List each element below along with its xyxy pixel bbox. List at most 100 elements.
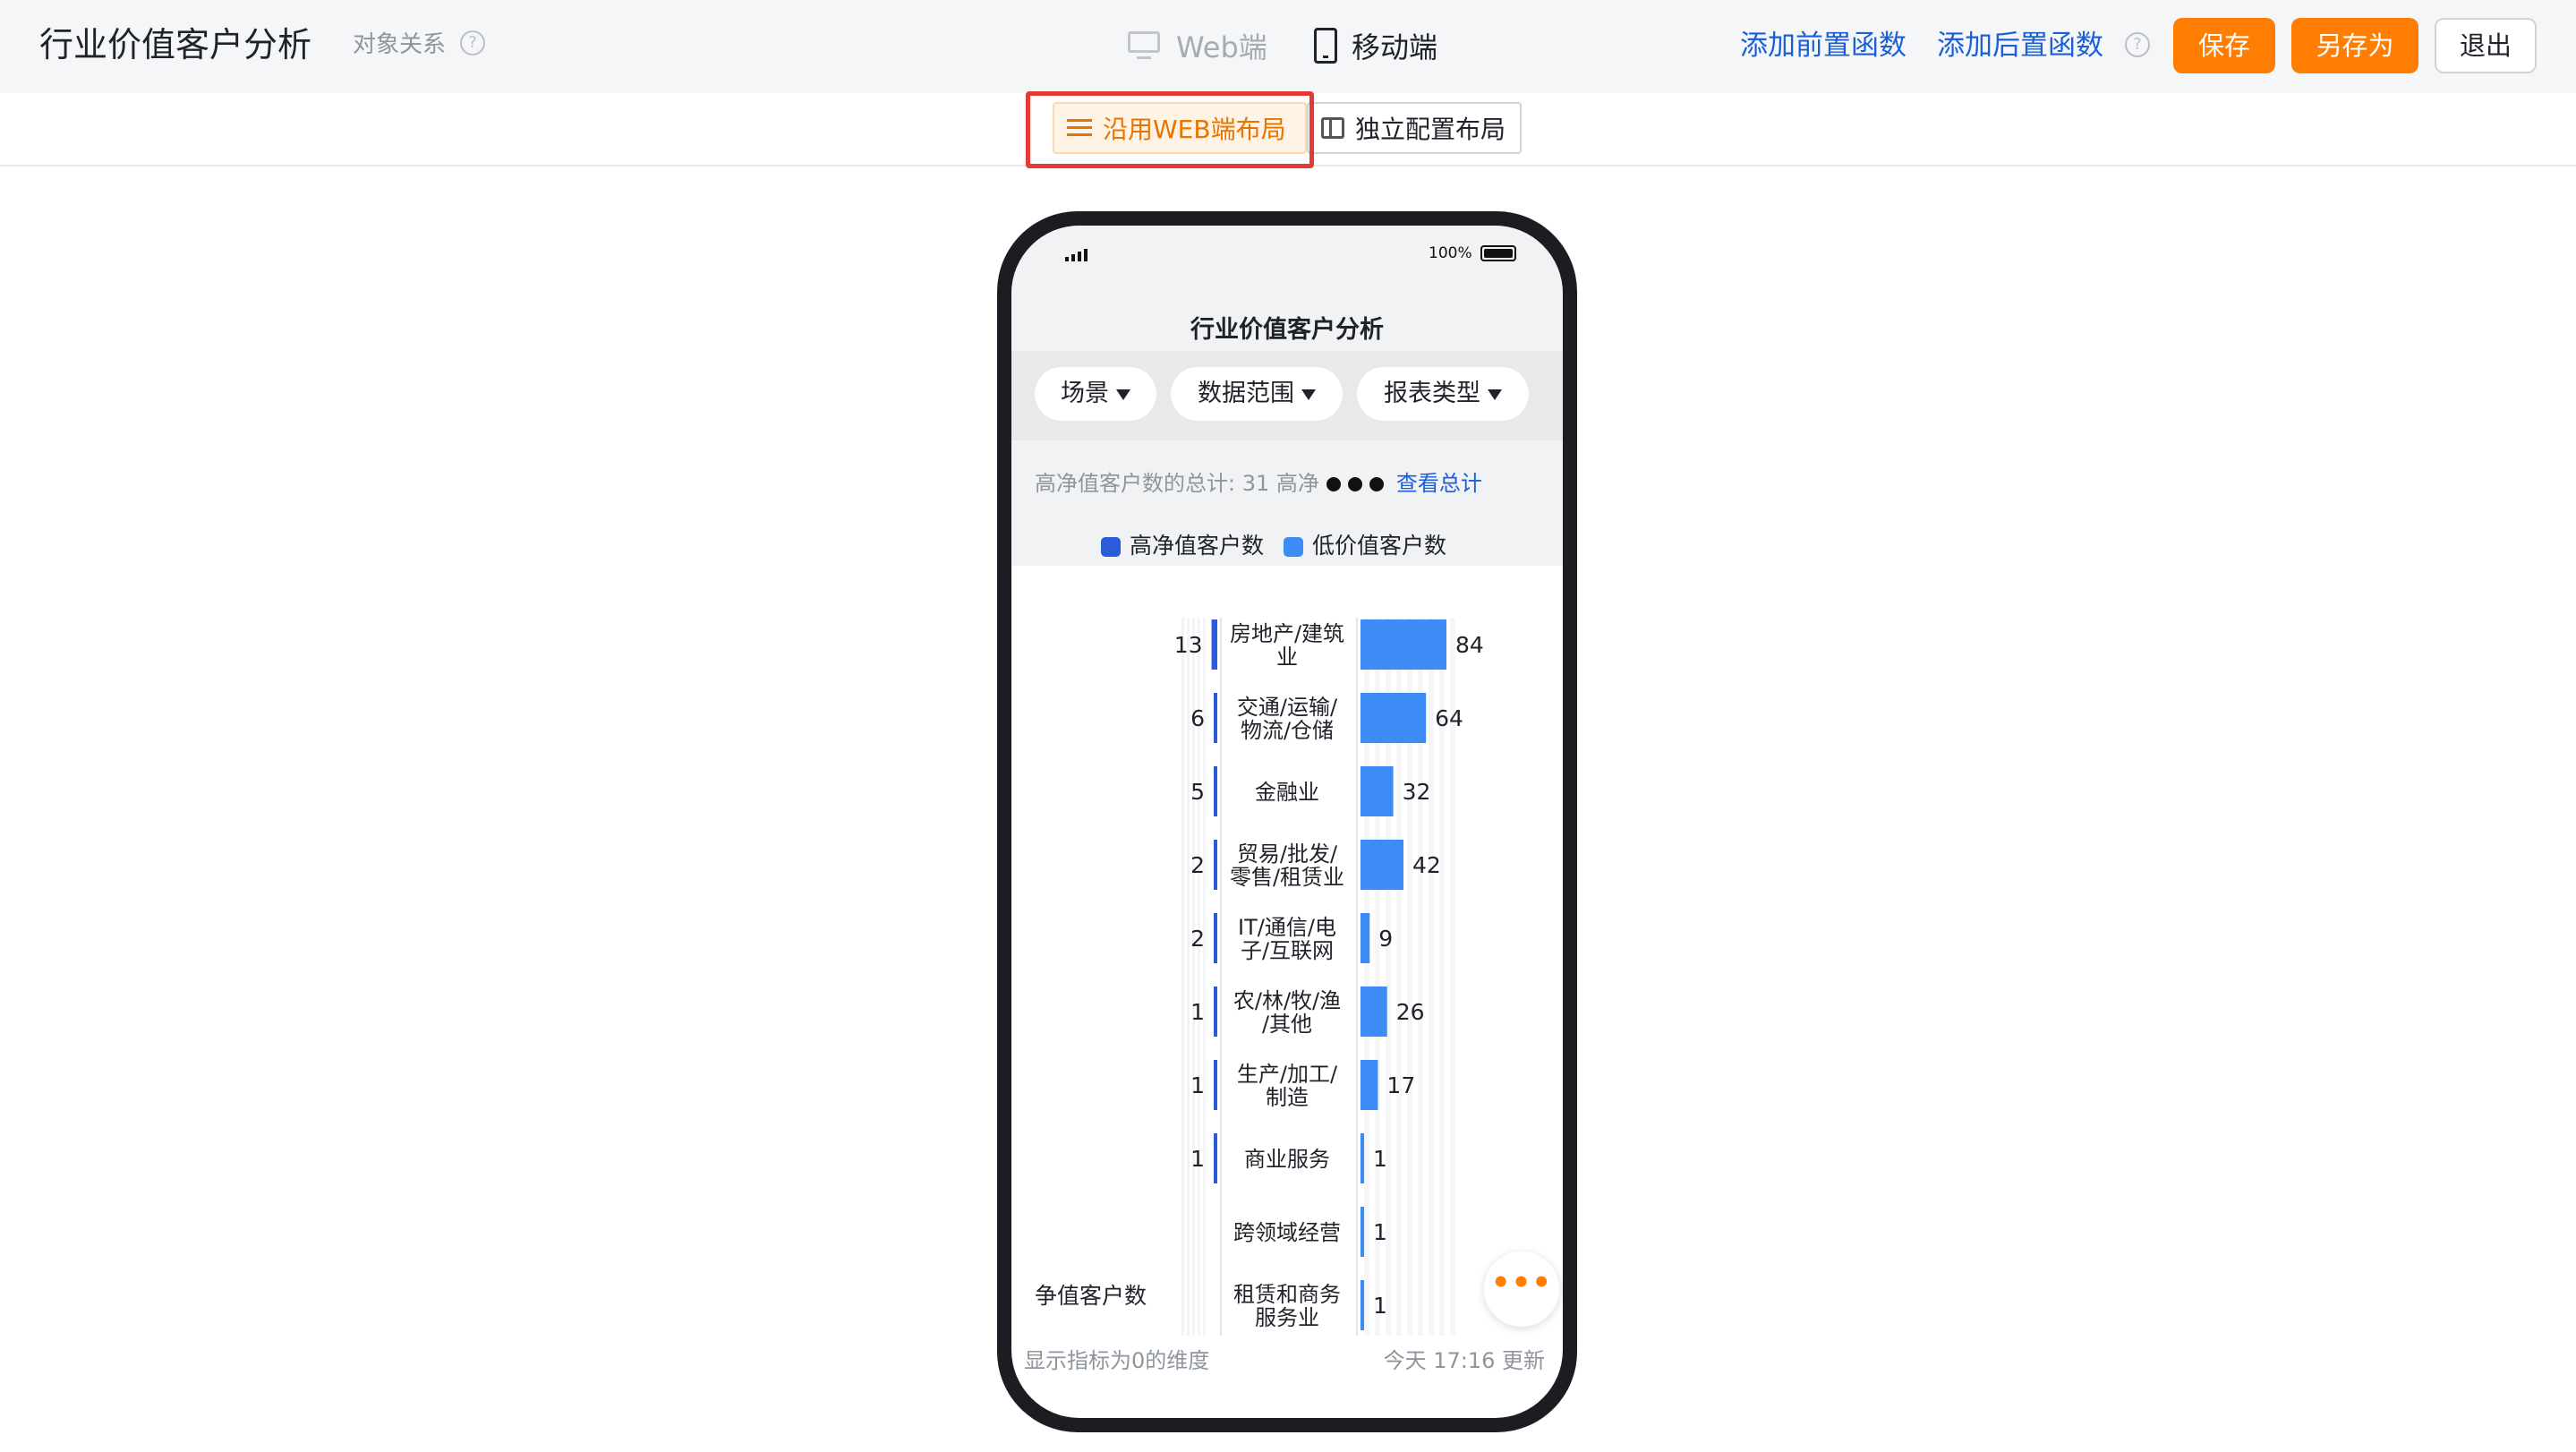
data-label-high: 13 [1174, 632, 1203, 658]
add-post-function-link[interactable]: 添加后置函数 [1937, 23, 2103, 68]
caret-down-icon [1301, 389, 1316, 400]
legend-swatch [1284, 537, 1304, 557]
data-label-high: 2 [1190, 852, 1205, 878]
bar-high [1214, 1060, 1217, 1110]
bar-low [1361, 1280, 1364, 1330]
grid-stripe [1429, 618, 1434, 1336]
category-label: 贸易/批发/ [1237, 841, 1338, 867]
filter-data-range-label: 数据范围 [1198, 380, 1294, 407]
data-label-low: 26 [1396, 999, 1425, 1025]
view-total-link[interactable]: 查看总计 [1396, 471, 1482, 496]
legend-label-low: 低价值客户数 [1312, 533, 1447, 559]
filter-data-range[interactable]: 数据范围 [1171, 367, 1343, 421]
filter-report-type[interactable]: 报表类型 [1357, 367, 1529, 421]
data-label-high: 1 [1190, 999, 1205, 1025]
bar-high [1214, 1133, 1217, 1183]
battery-percentage: 100% [1429, 244, 1472, 262]
bar-high [1214, 840, 1217, 890]
data-label-low: 64 [1435, 705, 1463, 731]
data-label-high: 2 [1190, 926, 1205, 952]
butterfly-chart: 13 84 房地产/建筑业 6 64 交通/运输/物流/仓储 5 32 金融业 2 42 贸易/批发/… [1174, 618, 1484, 1336]
bar-low [1361, 619, 1446, 670]
category-label: 农/林/牧/渔 [1233, 988, 1341, 1013]
data-label-low: 32 [1403, 779, 1431, 805]
axis-series-label: 争值客户数 [1035, 1283, 1147, 1309]
category-label: IT/通信/电 [1238, 915, 1336, 940]
bar-high [1214, 913, 1217, 963]
data-label-low: 9 [1378, 926, 1393, 952]
help-icon[interactable]: ? [460, 30, 485, 56]
more-button[interactable]: ••• [1484, 1251, 1559, 1327]
highlight-box [1026, 91, 1314, 168]
page-title: 行业价值客户分析 [39, 25, 312, 64]
save-as-button[interactable]: 另存为 [2291, 18, 2418, 73]
object-relation-label[interactable]: 对象关系 [353, 27, 446, 63]
dot-icon [1369, 477, 1384, 491]
category-label: 子/互联网 [1241, 938, 1334, 963]
bar-low [1361, 1133, 1364, 1183]
category-label: 业 [1276, 645, 1298, 670]
data-label-high: 6 [1190, 705, 1205, 731]
chart-legend: 高净值客户数 低价值客户数 [1101, 530, 1446, 562]
data-label-high: 1 [1190, 1072, 1205, 1098]
panel-layout-icon [1321, 117, 1344, 139]
filter-scene[interactable]: 场景 [1035, 367, 1156, 421]
tab-mobile[interactable]: 移动端 [1314, 23, 1437, 68]
bar-low [1361, 1060, 1378, 1110]
data-label-low: 42 [1412, 852, 1441, 878]
show-zero-dimension-text[interactable]: 显示指标为0的维度 [1024, 1345, 1209, 1377]
save-button[interactable]: 保存 [2173, 18, 2275, 73]
signal-icon [1065, 249, 1090, 261]
data-label-low: 17 [1386, 1072, 1415, 1098]
dot-icon [1326, 477, 1341, 491]
category-label: 生产/加工/ [1237, 1062, 1338, 1087]
phone-screen: 100% 行业价值客户分析 场景 数据范围 报表类型 高净值客户数的总计: 31… [1011, 226, 1563, 1418]
bar-low [1361, 913, 1370, 963]
add-pre-function-link[interactable]: 添加前置函数 [1740, 23, 1906, 68]
battery-icon [1480, 245, 1516, 261]
data-label-high: 5 [1190, 779, 1205, 805]
category-label: 物流/仓储 [1241, 718, 1334, 743]
bar-low [1361, 693, 1427, 743]
bar-low [1361, 987, 1387, 1037]
bar-high [1214, 693, 1217, 743]
independent-layout-button[interactable]: 独立配置布局 [1307, 102, 1522, 154]
filter-report-type-label: 报表类型 [1384, 380, 1480, 407]
dot-icon [1347, 477, 1362, 491]
data-label-high: 1 [1190, 1146, 1205, 1172]
category-label: 零售/租赁业 [1230, 865, 1344, 890]
tab-mobile-label: 移动端 [1352, 30, 1438, 64]
legend-item-low[interactable]: 低价值客户数 [1284, 530, 1446, 562]
filter-scene-label: 场景 [1061, 380, 1109, 407]
bar-high [1211, 619, 1217, 670]
summary-line: 高净值客户数的总计: 31 高净 查看总计 [1035, 467, 1482, 500]
category-label: 金融业 [1255, 780, 1319, 805]
monitor-icon [1126, 28, 1162, 64]
legend-swatch [1101, 537, 1121, 557]
bar-low [1361, 766, 1394, 816]
legend-label-high: 高净值客户数 [1130, 533, 1265, 559]
data-label-low: 1 [1373, 1146, 1387, 1172]
category-label: 商业服务 [1244, 1147, 1330, 1172]
phone-icon [1314, 28, 1337, 64]
category-label: 房地产/建筑 [1230, 621, 1344, 646]
help-icon[interactable]: ? [2125, 32, 2150, 57]
bar-low [1361, 1207, 1364, 1257]
data-label-low: 84 [1455, 632, 1484, 658]
update-time: 今天 17:16 更新 [1383, 1348, 1545, 1373]
category-label: 跨领域经营 [1233, 1220, 1341, 1245]
report-title: 行业价值客户分析 [1190, 316, 1384, 344]
top-header: 行业价值客户分析 对象关系 ? Web端 移动端 添加前置函数 添加后置函数 ?… [0, 0, 2576, 93]
caret-down-icon [1116, 389, 1130, 400]
category-label: 制造 [1266, 1085, 1309, 1110]
data-label-low: 1 [1373, 1219, 1387, 1245]
category-label: /其他 [1262, 1012, 1312, 1037]
bar-high [1214, 766, 1217, 816]
data-label-low: 1 [1373, 1293, 1387, 1319]
category-label: 租赁和商务 [1233, 1282, 1341, 1307]
legend-item-high[interactable]: 高净值客户数 [1101, 530, 1264, 562]
independent-layout-label: 独立配置布局 [1355, 115, 1506, 144]
tab-web-label: Web端 [1176, 30, 1267, 64]
tab-web[interactable]: Web端 [1126, 23, 1267, 68]
exit-button[interactable]: 退出 [2435, 18, 2537, 73]
